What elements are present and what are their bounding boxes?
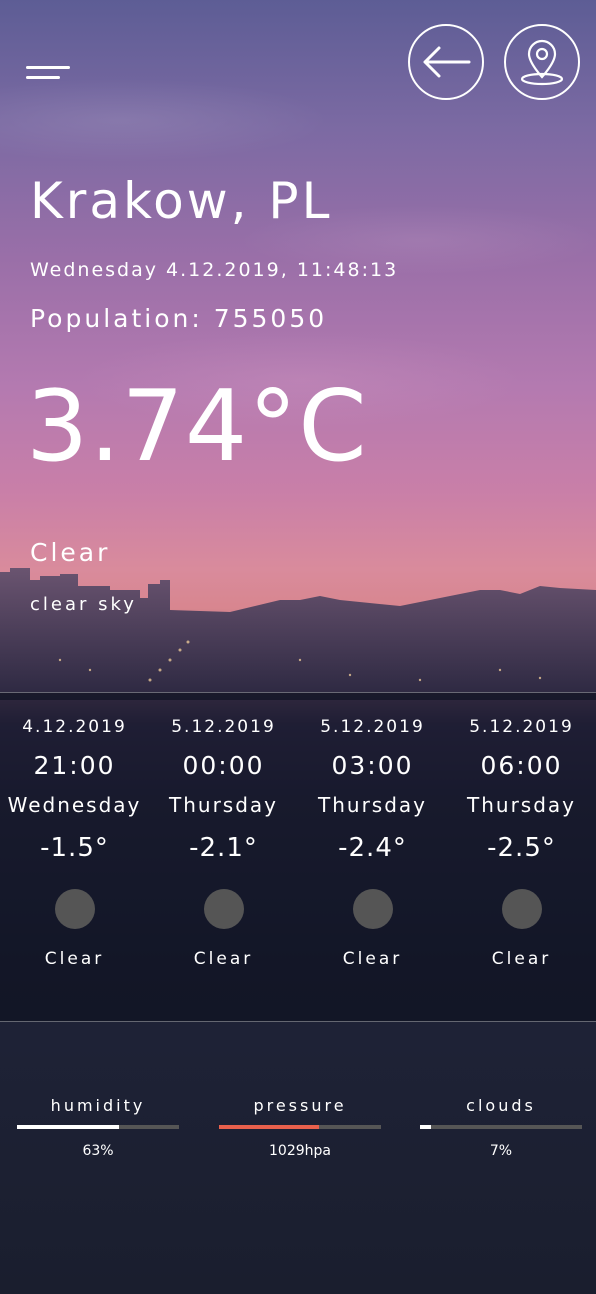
location-button[interactable] bbox=[504, 24, 580, 100]
city-skyline bbox=[0, 560, 596, 700]
clouds-bar bbox=[420, 1125, 582, 1129]
weather-circle-icon bbox=[203, 889, 244, 929]
current-description: clear sky bbox=[30, 594, 137, 615]
weather-circle-icon bbox=[501, 889, 542, 929]
humidity-bar bbox=[17, 1125, 179, 1129]
humidity-bar-fill bbox=[17, 1125, 120, 1129]
back-button[interactable] bbox=[408, 24, 484, 100]
pressure-bar-fill bbox=[219, 1125, 320, 1129]
clouds-bar-fill bbox=[420, 1125, 432, 1129]
forecast-condition: Clear bbox=[193, 949, 254, 969]
forecast-temp: -2.5° bbox=[487, 833, 556, 863]
humidity-stat: humidity 63% bbox=[17, 1096, 179, 1159]
forecast-date: 5.12.2019 bbox=[469, 717, 574, 737]
clouds-value: 7% bbox=[489, 1143, 513, 1159]
pressure-value: 1029hpa bbox=[269, 1143, 331, 1159]
population: Population: 755050 bbox=[30, 304, 328, 333]
location-pin-icon bbox=[520, 39, 564, 86]
forecast-date: 5.12.2019 bbox=[320, 717, 425, 737]
clouds-title: clouds bbox=[466, 1096, 536, 1115]
arrow-left-icon bbox=[423, 46, 471, 78]
sky-clouds bbox=[0, 0, 596, 600]
forecast-date: 5.12.2019 bbox=[171, 717, 276, 737]
forecast-strip[interactable]: 4.12.2019 21:00 Wednesday -1.5° Clear 5.… bbox=[0, 692, 596, 1022]
clouds-stat: clouds 7% bbox=[420, 1096, 582, 1159]
forecast-day: Wednesday bbox=[7, 793, 142, 817]
current-temperature: 3.74°C bbox=[26, 370, 368, 484]
forecast-day: Thursday bbox=[467, 793, 576, 817]
forecast-time: 06:00 bbox=[480, 751, 563, 780]
forecast-day: Thursday bbox=[169, 793, 278, 817]
current-datetime: Wednesday 4.12.2019, 11:48:13 bbox=[30, 259, 399, 281]
forecast-condition: Clear bbox=[342, 949, 403, 969]
weather-circle-icon bbox=[54, 889, 95, 929]
forecast-temp: -2.4° bbox=[338, 833, 407, 863]
forecast-temp: -1.5° bbox=[40, 833, 109, 863]
menu-button[interactable] bbox=[22, 62, 72, 86]
pressure-bar bbox=[219, 1125, 381, 1129]
forecast-item[interactable]: 5.12.2019 00:00 Thursday -2.1° Clear bbox=[149, 693, 298, 1021]
pressure-title: pressure bbox=[253, 1096, 347, 1115]
weather-circle-icon bbox=[352, 889, 393, 929]
current-condition: Clear bbox=[30, 538, 111, 567]
pressure-stat: pressure 1029hpa bbox=[219, 1096, 381, 1159]
forecast-time: 00:00 bbox=[182, 751, 265, 780]
forecast-item[interactable]: 5.12.2019 03:00 Thursday -2.4° Clear bbox=[298, 693, 447, 1021]
forecast-temp: -2.1° bbox=[189, 833, 258, 863]
forecast-condition: Clear bbox=[44, 949, 105, 969]
forecast-date: 4.12.2019 bbox=[22, 717, 127, 737]
forecast-time: 21:00 bbox=[33, 751, 116, 780]
forecast-day: Thursday bbox=[318, 793, 427, 817]
forecast-item[interactable]: 4.12.2019 21:00 Wednesday -1.5° Clear bbox=[0, 693, 149, 1021]
humidity-value: 63% bbox=[82, 1143, 114, 1159]
forecast-time: 03:00 bbox=[331, 751, 414, 780]
city-name: Krakow, PL bbox=[30, 172, 333, 230]
humidity-title: humidity bbox=[50, 1096, 146, 1115]
forecast-item[interactable]: 5.12.2019 06:00 Thursday -2.5° Clear bbox=[447, 693, 596, 1021]
forecast-condition: Clear bbox=[491, 949, 552, 969]
